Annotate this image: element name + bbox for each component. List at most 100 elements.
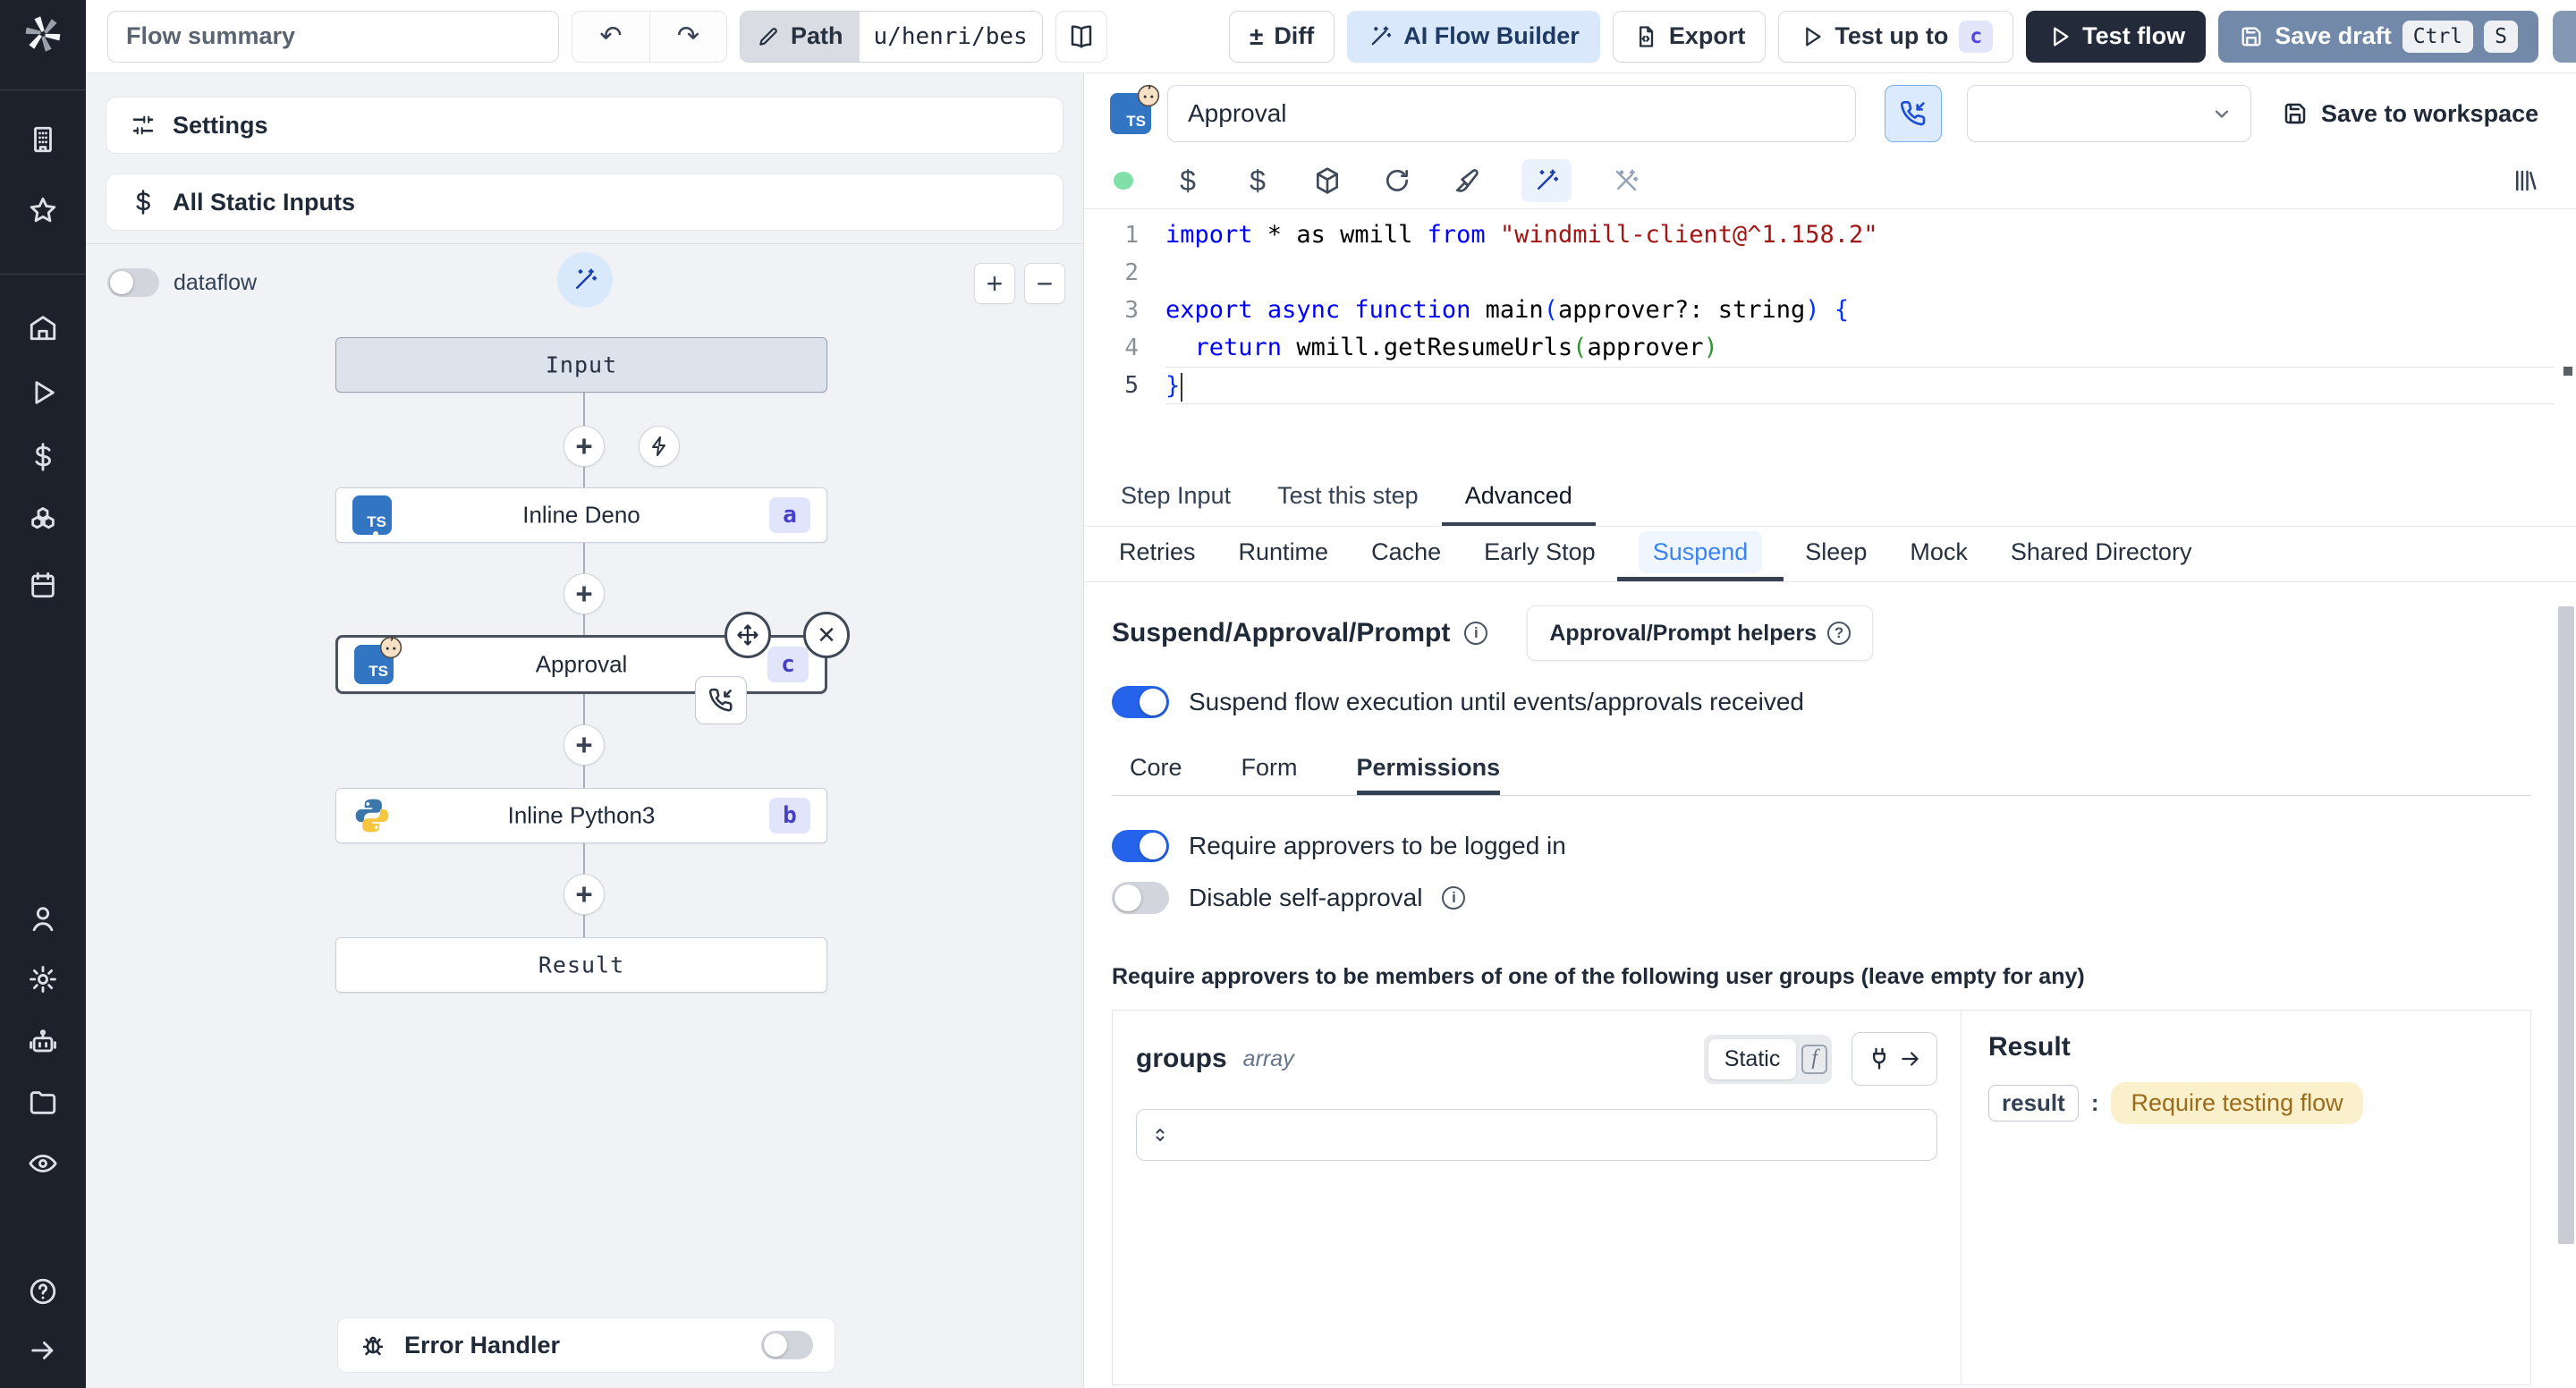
sidebar-collapse-button[interactable] bbox=[27, 1334, 59, 1367]
spinner-chevrons-icon bbox=[1149, 1124, 1171, 1146]
move-node-button[interactable] bbox=[724, 612, 771, 658]
ai-flow-builder-button[interactable]: AI Flow Builder bbox=[1347, 10, 1600, 63]
sidebar-item-help[interactable] bbox=[27, 1275, 59, 1308]
line-number: 4 bbox=[1124, 334, 1139, 361]
flow-node-inline-python3[interactable]: Inline Python3 b bbox=[335, 788, 827, 843]
expression-mode-button[interactable]: f bbox=[1801, 1044, 1827, 1074]
suspend-title: Suspend/Approval/Prompt bbox=[1112, 618, 1451, 647]
path-control[interactable]: Path u/henri/bes bbox=[740, 10, 1043, 63]
groups-note: Require approvers to be members of one o… bbox=[1112, 964, 2085, 989]
resources-dollar-icon[interactable]: $ bbox=[1242, 165, 1273, 197]
line-number: 3 bbox=[1124, 297, 1139, 324]
sidebar-item-favorites[interactable] bbox=[27, 194, 59, 226]
sidebar-item-schedules[interactable] bbox=[27, 569, 59, 601]
approval-prompt-helpers-button[interactable]: Approval/Prompt helpers ? bbox=[1527, 605, 1874, 661]
save-draft-button[interactable]: Save draft Ctrl S bbox=[2218, 10, 2538, 63]
test-flow-button[interactable]: Test flow bbox=[2026, 10, 2207, 63]
library-icon[interactable] bbox=[2510, 165, 2540, 196]
node-label: Input bbox=[545, 351, 618, 378]
subtab-permissions[interactable]: Permissions bbox=[1356, 741, 1501, 795]
ai-wand-button[interactable] bbox=[1521, 159, 1572, 202]
subtab-core[interactable]: Core bbox=[1130, 741, 1182, 795]
dataflow-label: dataflow bbox=[174, 269, 258, 295]
undo-button[interactable]: ↶ bbox=[572, 12, 649, 62]
sidebar-item-settings[interactable] bbox=[27, 963, 59, 995]
require-logged-in-toggle[interactable] bbox=[1112, 830, 1169, 862]
sidebar-item-variables[interactable] bbox=[27, 441, 59, 473]
static-mode-button[interactable]: Static bbox=[1707, 1038, 1797, 1079]
dataflow-toggle[interactable] bbox=[107, 268, 159, 297]
sidebar-item-runs[interactable] bbox=[27, 377, 59, 409]
connect-input-button[interactable] bbox=[1852, 1032, 1937, 1086]
trigger-bolt-button[interactable] bbox=[639, 426, 680, 467]
add-step-button[interactable]: + bbox=[564, 724, 605, 766]
flow-node-input[interactable]: Input bbox=[335, 337, 827, 393]
error-handler-toggle[interactable] bbox=[761, 1331, 813, 1359]
diff-button[interactable]: ± Diff bbox=[1228, 10, 1335, 63]
subtab-shared-directory[interactable]: Shared Directory bbox=[1989, 527, 2214, 581]
reset-icon[interactable] bbox=[1382, 165, 1412, 196]
code-line[interactable] bbox=[1165, 254, 2555, 292]
sidebar-item-home[interactable] bbox=[27, 311, 59, 343]
sidebar-item-audit-logs[interactable] bbox=[27, 1147, 59, 1180]
groups-array-input[interactable] bbox=[1136, 1109, 1937, 1161]
sidebar-item-workers[interactable] bbox=[27, 1026, 59, 1058]
sidebar-item-workspace[interactable] bbox=[27, 123, 59, 156]
zoom-out-button[interactable]: − bbox=[1024, 263, 1065, 304]
subtab-form[interactable]: Form bbox=[1241, 741, 1298, 795]
test-up-to-button[interactable]: Test up to c bbox=[1778, 10, 2014, 63]
redo-button[interactable]: ↷ bbox=[649, 11, 726, 62]
save-icon bbox=[2239, 24, 2264, 49]
code-line[interactable]: export async function main(approver?: st… bbox=[1165, 292, 2555, 329]
approval-phone-icon[interactable] bbox=[695, 676, 747, 724]
variables-icon[interactable]: $ bbox=[1173, 165, 1203, 197]
error-handler-card[interactable]: Error Handler bbox=[337, 1317, 835, 1373]
tab-step-input[interactable]: Step Input bbox=[1097, 470, 1254, 526]
delete-node-button[interactable]: × bbox=[803, 612, 850, 658]
ai-wand-off-icon[interactable] bbox=[1611, 165, 1641, 196]
add-step-button[interactable]: + bbox=[564, 573, 605, 614]
export-button[interactable]: Export bbox=[1612, 10, 1767, 63]
template-select[interactable] bbox=[1967, 85, 2251, 142]
subtab-sleep[interactable]: Sleep bbox=[1784, 527, 1888, 581]
step-name-input[interactable] bbox=[1167, 85, 1856, 142]
code-line[interactable]: } bbox=[1165, 367, 2555, 404]
windmill-logo-icon[interactable] bbox=[21, 13, 64, 55]
save-draft-label: Save draft bbox=[2275, 22, 2392, 49]
code-lines[interactable]: import * as wmill from "windmill-client@… bbox=[1165, 216, 2555, 404]
deploy-button-partial[interactable] bbox=[2553, 10, 2576, 63]
format-brush-icon[interactable] bbox=[1452, 165, 1482, 196]
settings-button[interactable]: Settings bbox=[106, 97, 1063, 154]
subtab-runtime[interactable]: Runtime bbox=[1217, 527, 1351, 581]
zoom-in-button[interactable]: + bbox=[974, 263, 1015, 304]
subtab-mock[interactable]: Mock bbox=[1888, 527, 1989, 581]
subtab-early-stop[interactable]: Early Stop bbox=[1462, 527, 1617, 581]
sidebar-item-resources[interactable] bbox=[27, 504, 59, 537]
subtab-suspend[interactable]: Suspend bbox=[1616, 527, 1784, 581]
code-line[interactable]: import * as wmill from "windmill-client@… bbox=[1165, 216, 2555, 254]
approval-phone-button[interactable] bbox=[1885, 85, 1942, 142]
ai-graph-wand-button[interactable] bbox=[556, 252, 613, 308]
save-to-workspace-button[interactable]: Save to workspace bbox=[2282, 100, 2538, 128]
flow-summary-input[interactable] bbox=[107, 10, 559, 63]
sidebar-item-users[interactable] bbox=[27, 902, 59, 935]
tab-test-this-step[interactable]: Test this step bbox=[1254, 470, 1442, 526]
flow-node-result[interactable]: Result bbox=[335, 937, 827, 993]
all-static-inputs-button[interactable]: All Static Inputs bbox=[106, 174, 1063, 231]
code-editor[interactable]: 1 2 3 4 5 import * as wmill from "windmill-c… bbox=[1085, 208, 2576, 470]
suspend-flow-toggle[interactable] bbox=[1112, 686, 1169, 718]
docs-button[interactable] bbox=[1055, 10, 1107, 63]
code-line[interactable]: return wmill.getResumeUrls(approver) bbox=[1165, 329, 2555, 367]
flow-node-inline-deno[interactable]: TS Inline Deno a bbox=[335, 487, 827, 543]
add-step-button[interactable]: + bbox=[564, 874, 605, 915]
package-icon[interactable] bbox=[1312, 165, 1343, 196]
add-step-button[interactable]: + bbox=[564, 426, 605, 467]
result-key-badge[interactable]: result bbox=[1988, 1085, 2079, 1121]
tab-advanced[interactable]: Advanced bbox=[1441, 470, 1596, 526]
save-icon bbox=[2282, 100, 2309, 127]
sidebar-item-folders[interactable] bbox=[27, 1087, 59, 1119]
disable-self-approval-toggle[interactable] bbox=[1112, 882, 1169, 914]
subtab-retries[interactable]: Retries bbox=[1097, 527, 1217, 581]
scrollbar-thumb[interactable] bbox=[2558, 606, 2574, 1244]
subtab-cache[interactable]: Cache bbox=[1350, 527, 1462, 581]
